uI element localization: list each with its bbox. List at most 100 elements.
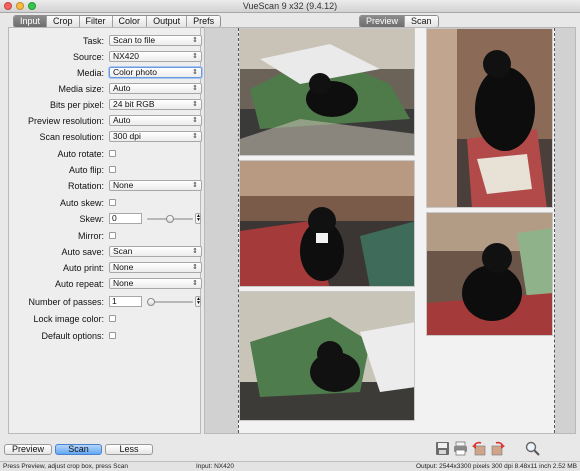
status-hint: Press Preview, adjust crop box, press Sc… <box>3 463 129 470</box>
lock-image-color-row: Lock image color: <box>9 313 202 325</box>
auto-skew-row: Auto skew: <box>9 197 202 209</box>
media-label: Media: <box>76 68 104 78</box>
default-options-row: Default options: <box>9 330 202 342</box>
select-arrows-icon: ⇕ <box>192 182 198 189</box>
auto-rotate-checkbox[interactable] <box>109 150 116 157</box>
bits-per-pixel-select[interactable]: 24 bit RGB ⇕ <box>109 99 202 110</box>
scanned-photo <box>426 212 553 336</box>
tab-color[interactable]: Color <box>111 16 147 27</box>
skew-stepper[interactable]: ▲ ▼ <box>195 213 201 224</box>
settings-panel: Task: Scan to file ⇕ Source: NX420 ⇕ Media… <box>8 27 202 434</box>
media-size-select[interactable]: Auto ⇕ <box>109 83 202 94</box>
photo-image <box>240 161 414 286</box>
skew-slider[interactable] <box>147 215 193 223</box>
auto-print-select[interactable]: None ⇕ <box>109 262 202 273</box>
default-options-checkbox[interactable] <box>109 332 116 339</box>
auto-skew-checkbox[interactable] <box>109 199 116 206</box>
number-of-passes-row: Number of passes: 1 ▲ ▼ <box>9 296 202 308</box>
task-value: Scan to file <box>113 35 156 45</box>
scan-resolution-row: Scan resolution: 300 dpi ⇕ <box>9 131 202 143</box>
less-button[interactable]: Less <box>105 444 153 455</box>
task-select[interactable]: Scan to file ⇕ <box>109 35 202 46</box>
auto-print-row: Auto print: None ⇕ <box>9 262 202 274</box>
preview-resolution-value: Auto <box>113 115 131 125</box>
scan-bed[interactable] <box>238 28 555 433</box>
tab-filter[interactable]: Filter <box>78 16 112 27</box>
number-of-passes-label: Number of passes: <box>28 297 104 307</box>
status-bar: Press Preview, adjust crop box, press Sc… <box>0 461 580 471</box>
lock-image-color-label: Lock image color: <box>33 314 104 324</box>
rotate-right-icon[interactable] <box>490 441 505 456</box>
scanned-photo <box>239 160 415 287</box>
scan-resolution-select[interactable]: 300 dpi ⇕ <box>109 131 202 142</box>
preview-button[interactable]: Preview <box>4 444 52 455</box>
bottom-bar: Preview Scan Less <box>0 438 580 460</box>
number-of-passes-input[interactable]: 1 <box>109 296 142 307</box>
number-of-passes-slider[interactable] <box>147 298 193 306</box>
mirror-row: Mirror: <box>9 230 202 242</box>
auto-repeat-row: Auto repeat: None ⇕ <box>9 278 202 290</box>
rotate-left-icon[interactable] <box>472 441 487 456</box>
task-row: Task: Scan to file ⇕ <box>9 35 202 47</box>
rotation-select[interactable]: None ⇕ <box>109 180 202 191</box>
auto-save-value: Scan <box>113 246 133 256</box>
auto-repeat-value: None <box>113 278 134 288</box>
tab-output[interactable]: Output <box>146 16 187 27</box>
print-icon[interactable] <box>453 441 468 456</box>
source-value: NX420 <box>113 51 139 61</box>
mirror-label: Mirror: <box>78 231 104 241</box>
media-select[interactable]: Color photo ⇕ <box>109 67 202 78</box>
scanned-photo <box>239 28 415 156</box>
skew-label: Skew: <box>79 214 104 224</box>
skew-slider-knob[interactable] <box>166 215 174 223</box>
tab-crop[interactable]: Crop <box>46 16 79 27</box>
skew-row: Skew: 0 ▲ ▼ <box>9 213 202 225</box>
preview-resolution-row: Preview resolution: Auto ⇕ <box>9 115 202 127</box>
auto-save-select[interactable]: Scan ⇕ <box>109 246 202 257</box>
zoom-icon[interactable] <box>525 441 540 456</box>
tab-preview[interactable]: Preview <box>360 16 405 27</box>
select-arrows-icon: ⇕ <box>192 248 198 255</box>
tab-input[interactable]: Input <box>14 16 47 27</box>
select-arrows-icon: ⇕ <box>192 53 198 60</box>
default-options-label: Default options: <box>41 331 104 341</box>
source-row: Source: NX420 ⇕ <box>9 51 202 63</box>
media-row: Media: Color photo ⇕ <box>9 67 202 79</box>
auto-print-value: None <box>113 262 134 272</box>
rotation-label: Rotation: <box>67 181 104 191</box>
auto-flip-checkbox[interactable] <box>109 166 116 173</box>
select-arrows-icon: ⇕ <box>192 69 198 76</box>
auto-repeat-select[interactable]: None ⇕ <box>109 278 202 289</box>
mirror-checkbox[interactable] <box>109 232 116 239</box>
select-arrows-icon: ⇕ <box>192 133 198 140</box>
rotation-value: None <box>113 180 134 190</box>
preview-resolution-select[interactable]: Auto ⇕ <box>109 115 202 126</box>
skew-input[interactable]: 0 <box>109 213 142 224</box>
select-arrows-icon: ⇕ <box>192 85 198 92</box>
lock-image-color-checkbox[interactable] <box>109 315 116 322</box>
preview-area[interactable] <box>204 27 576 434</box>
number-of-passes-stepper[interactable]: ▲ ▼ <box>195 296 201 307</box>
select-arrows-icon: ⇕ <box>192 37 198 44</box>
auto-rotate-label: Auto rotate: <box>57 149 104 159</box>
media-size-label: Media size: <box>58 84 104 94</box>
tab-prefs[interactable]: Prefs <box>186 16 221 27</box>
source-select[interactable]: NX420 ⇕ <box>109 51 202 62</box>
auto-skew-label: Auto skew: <box>59 198 104 208</box>
preview-resolution-label: Preview resolution: <box>27 116 104 126</box>
photo-image <box>240 29 414 155</box>
auto-rotate-row: Auto rotate: <box>9 148 202 160</box>
save-icon[interactable] <box>435 441 450 456</box>
passes-slider-knob[interactable] <box>147 298 155 306</box>
tab-scan[interactable]: Scan <box>404 16 438 27</box>
photo-image <box>427 213 552 335</box>
auto-save-row: Auto save: Scan ⇕ <box>9 246 202 258</box>
scan-button[interactable]: Scan <box>55 444 102 455</box>
auto-save-label: Auto save: <box>61 247 104 257</box>
status-output: Output: 2544x3300 pixels 300 dpi 8.48x11… <box>415 463 577 470</box>
bits-per-pixel-row: Bits per pixel: 24 bit RGB ⇕ <box>9 99 202 111</box>
status-input: Input: NX420 <box>196 463 234 470</box>
auto-flip-row: Auto flip: <box>9 164 202 176</box>
bits-per-pixel-value: 24 bit RGB <box>113 99 155 109</box>
scanned-photo <box>426 28 553 208</box>
